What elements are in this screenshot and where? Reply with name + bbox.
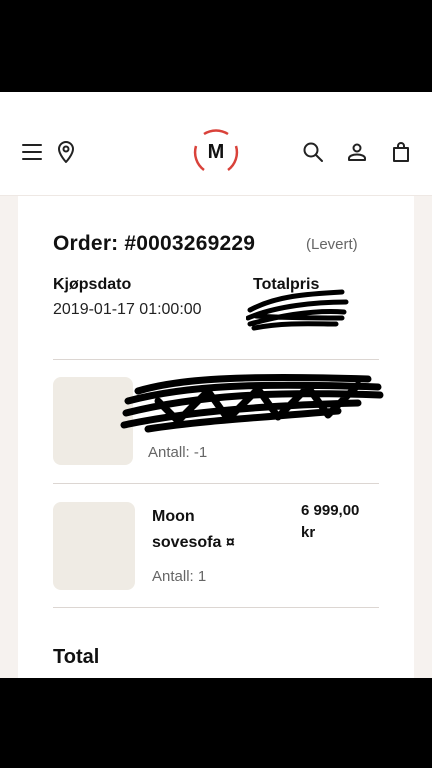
purchase-date-value: 2019-01-17 01:00:00 (53, 301, 202, 318)
shopping-bag-icon[interactable] (387, 138, 415, 166)
purchase-date-label: Kjøpsdato (53, 276, 132, 293)
product-price: 6 999,00 kr (301, 500, 381, 544)
hamburger-menu-icon[interactable] (18, 138, 46, 166)
redaction-scribble (246, 289, 349, 331)
app-screen: M Order: #0003269229 (Levert) Kjøpsdato … (0, 92, 432, 678)
total-label: Total (53, 646, 100, 668)
order-card: Order: #0003269229 (Levert) Kjøpsdato 20… (18, 196, 414, 678)
product-name-line: sovesofa ¤ (152, 534, 235, 551)
bottom-letterbox (0, 678, 432, 768)
item-quantity: Antall: 1 (152, 568, 207, 585)
user-icon[interactable] (343, 138, 371, 166)
product-image-placeholder[interactable] (53, 502, 135, 590)
site-header: M (0, 92, 432, 196)
redaction-scribble (120, 374, 384, 433)
search-icon[interactable] (299, 138, 327, 166)
product-price-currency: kr (301, 524, 316, 541)
order-title: Order: #0003269229 (53, 232, 256, 255)
map-pin-icon[interactable] (52, 138, 80, 166)
order-status: (Levert) (306, 236, 358, 253)
brand-logo[interactable]: M (190, 126, 242, 178)
product-name-line: Moon (152, 508, 195, 525)
product-price-amount: 6 999,00 (301, 502, 360, 519)
item-quantity: Antall: -1 (148, 444, 208, 461)
logo-letter: M (207, 140, 225, 163)
product-name[interactable]: Moon sovesofa ¤ (152, 504, 272, 556)
divider (53, 359, 379, 360)
divider (53, 483, 379, 484)
top-letterbox (0, 0, 432, 92)
divider (53, 607, 379, 608)
